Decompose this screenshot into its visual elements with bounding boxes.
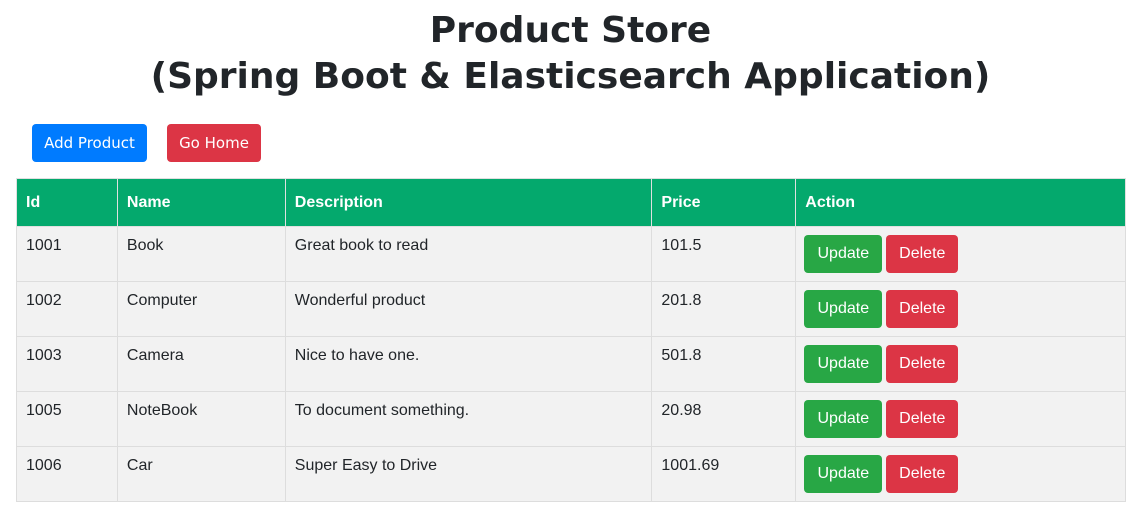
cell-id: 1005 (16, 391, 118, 447)
delete-button[interactable]: Delete (886, 345, 959, 383)
page-title-line-1: Product Store (429, 10, 712, 51)
table-row: 1006 Car Super Easy to Drive 1001.69 Update D… (16, 446, 1126, 502)
table-row: 1002 Computer Wonderful product 201.8 Update… (16, 281, 1126, 337)
column-header-price: Price (651, 178, 797, 227)
cell-description: To document something. (284, 391, 653, 447)
cell-name: Computer (116, 281, 286, 337)
table-row: 1001 Book Great book to read 101.5 Update Del… (16, 226, 1126, 282)
cell-price: 20.98 (651, 391, 797, 447)
cell-name: Car (116, 446, 286, 502)
cell-action: Update Delete (795, 391, 1126, 447)
table-row: 1003 Camera Nice to have one. 501.8 Update De… (16, 336, 1126, 392)
delete-button[interactable]: Delete (886, 400, 959, 438)
update-button[interactable]: Update (804, 455, 883, 493)
column-header-description: Description (284, 178, 653, 227)
cell-description: Wonderful product (284, 281, 653, 337)
add-product-button[interactable]: Add Product (32, 124, 147, 162)
cell-price: 101.5 (651, 226, 797, 282)
cell-price: 501.8 (651, 336, 797, 392)
cell-name: Camera (116, 336, 286, 392)
cell-name: NoteBook (116, 391, 286, 447)
table-header-row: Id Name Description Price Action (16, 178, 1126, 227)
delete-button[interactable]: Delete (886, 235, 959, 273)
cell-description: Nice to have one. (284, 336, 653, 392)
table-header: Id Name Description Price Action (16, 178, 1126, 227)
cell-id: 1002 (16, 281, 118, 337)
cell-description: Great book to read (284, 226, 653, 282)
delete-button[interactable]: Delete (886, 290, 959, 328)
cell-action: Update Delete (795, 336, 1126, 392)
cell-id: 1003 (16, 336, 118, 392)
page-title: Product Store (Spring Boot & Elasticsear… (0, 8, 1141, 100)
update-button[interactable]: Update (804, 345, 883, 383)
column-header-id: Id (16, 178, 118, 227)
update-button[interactable]: Update (804, 235, 883, 273)
cell-description: Super Easy to Drive (284, 446, 653, 502)
cell-name: Book (116, 226, 286, 282)
cell-action: Update Delete (795, 226, 1126, 282)
cell-price: 1001.69 (651, 446, 797, 502)
update-button[interactable]: Update (804, 400, 883, 438)
cell-id: 1006 (16, 446, 118, 502)
cell-price: 201.8 (651, 281, 797, 337)
column-header-action: Action (795, 178, 1126, 227)
cell-action: Update Delete (795, 281, 1126, 337)
table-row: 1005 NoteBook To document something. 20.98 U… (16, 391, 1126, 447)
products-table: Id Name Description Price Action 1001 Boo… (16, 178, 1126, 502)
table-body: 1001 Book Great book to read 101.5 Update Del… (16, 226, 1126, 502)
column-header-name: Name (116, 178, 286, 227)
cell-id: 1001 (16, 226, 118, 282)
go-home-button[interactable]: Go Home (167, 124, 261, 162)
page-title-line-2: (Spring Boot & Elasticsearch Application… (150, 56, 991, 97)
cell-action: Update Delete (795, 446, 1126, 502)
update-button[interactable]: Update (804, 290, 883, 328)
delete-button[interactable]: Delete (886, 455, 959, 493)
